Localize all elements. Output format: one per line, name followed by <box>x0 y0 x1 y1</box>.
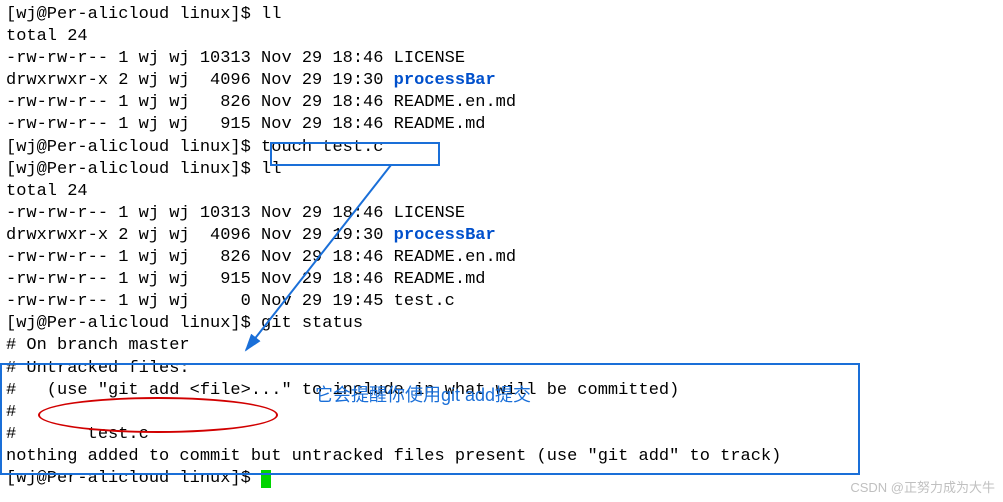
prompt-line: [wj@Per-alicloud linux]$ touch test.c <box>6 137 997 159</box>
ls-row: -rw-rw-r-- 1 wj wj 10313 Nov 29 18:46 LI… <box>6 48 997 70</box>
prompt-line: [wj@Per-alicloud linux]$ ll <box>6 4 997 26</box>
prompt: [wj@Per-alicloud linux]$ <box>6 469 261 488</box>
status-branch: # On branch master <box>6 335 997 357</box>
ls-perms: drwxrwxr-x 2 wj wj 4096 Nov 29 19:30 <box>6 226 394 245</box>
command-ll: ll <box>261 160 281 179</box>
prompt-line: [wj@Per-alicloud linux]$ ll <box>6 159 997 181</box>
prompt-line[interactable]: [wj@Per-alicloud linux]$ <box>6 468 997 490</box>
ls-row: -rw-rw-r-- 1 wj wj 915 Nov 29 18:46 READ… <box>6 114 997 136</box>
status-hash: # <box>6 402 997 424</box>
prompt: [wj@Per-alicloud linux]$ <box>6 160 261 179</box>
ls-row: drwxrwxr-x 2 wj wj 4096 Nov 29 19:30 pro… <box>6 225 997 247</box>
ls-row: drwxrwxr-x 2 wj wj 4096 Nov 29 19:30 pro… <box>6 70 997 92</box>
ls-row: -rw-rw-r-- 1 wj wj 10313 Nov 29 18:46 LI… <box>6 203 997 225</box>
prompt: [wj@Per-alicloud linux]$ <box>6 314 261 333</box>
prompt: [wj@Per-alicloud linux]$ <box>6 138 261 157</box>
terminal-output: [wj@Per-alicloud linux]$ ll total 24 -rw… <box>6 4 997 490</box>
status-summary: nothing added to commit but untracked fi… <box>6 446 997 468</box>
ls-row: -rw-rw-r-- 1 wj wj 0 Nov 29 19:45 test.c <box>6 291 997 313</box>
total-line: total 24 <box>6 26 997 48</box>
command-ll: ll <box>261 5 281 24</box>
dir-name: processBar <box>394 71 496 90</box>
ls-row: -rw-rw-r-- 1 wj wj 915 Nov 29 18:46 READ… <box>6 269 997 291</box>
ls-row: -rw-rw-r-- 1 wj wj 826 Nov 29 18:46 READ… <box>6 92 997 114</box>
dir-name: processBar <box>394 226 496 245</box>
ls-perms: drwxrwxr-x 2 wj wj 4096 Nov 29 19:30 <box>6 71 394 90</box>
status-untracked-header: # Untracked files: <box>6 358 997 380</box>
status-hint: # (use "git add <file>..." to include in… <box>6 380 997 402</box>
command-touch: touch test.c <box>261 138 383 157</box>
status-file: # test.c <box>6 424 997 446</box>
ls-row: -rw-rw-r-- 1 wj wj 826 Nov 29 18:46 READ… <box>6 247 997 269</box>
total-line: total 24 <box>6 181 997 203</box>
command-git-status: git status <box>261 314 363 333</box>
cursor-icon <box>261 470 271 488</box>
prompt-line: [wj@Per-alicloud linux]$ git status <box>6 313 997 335</box>
prompt: [wj@Per-alicloud linux]$ <box>6 5 261 24</box>
